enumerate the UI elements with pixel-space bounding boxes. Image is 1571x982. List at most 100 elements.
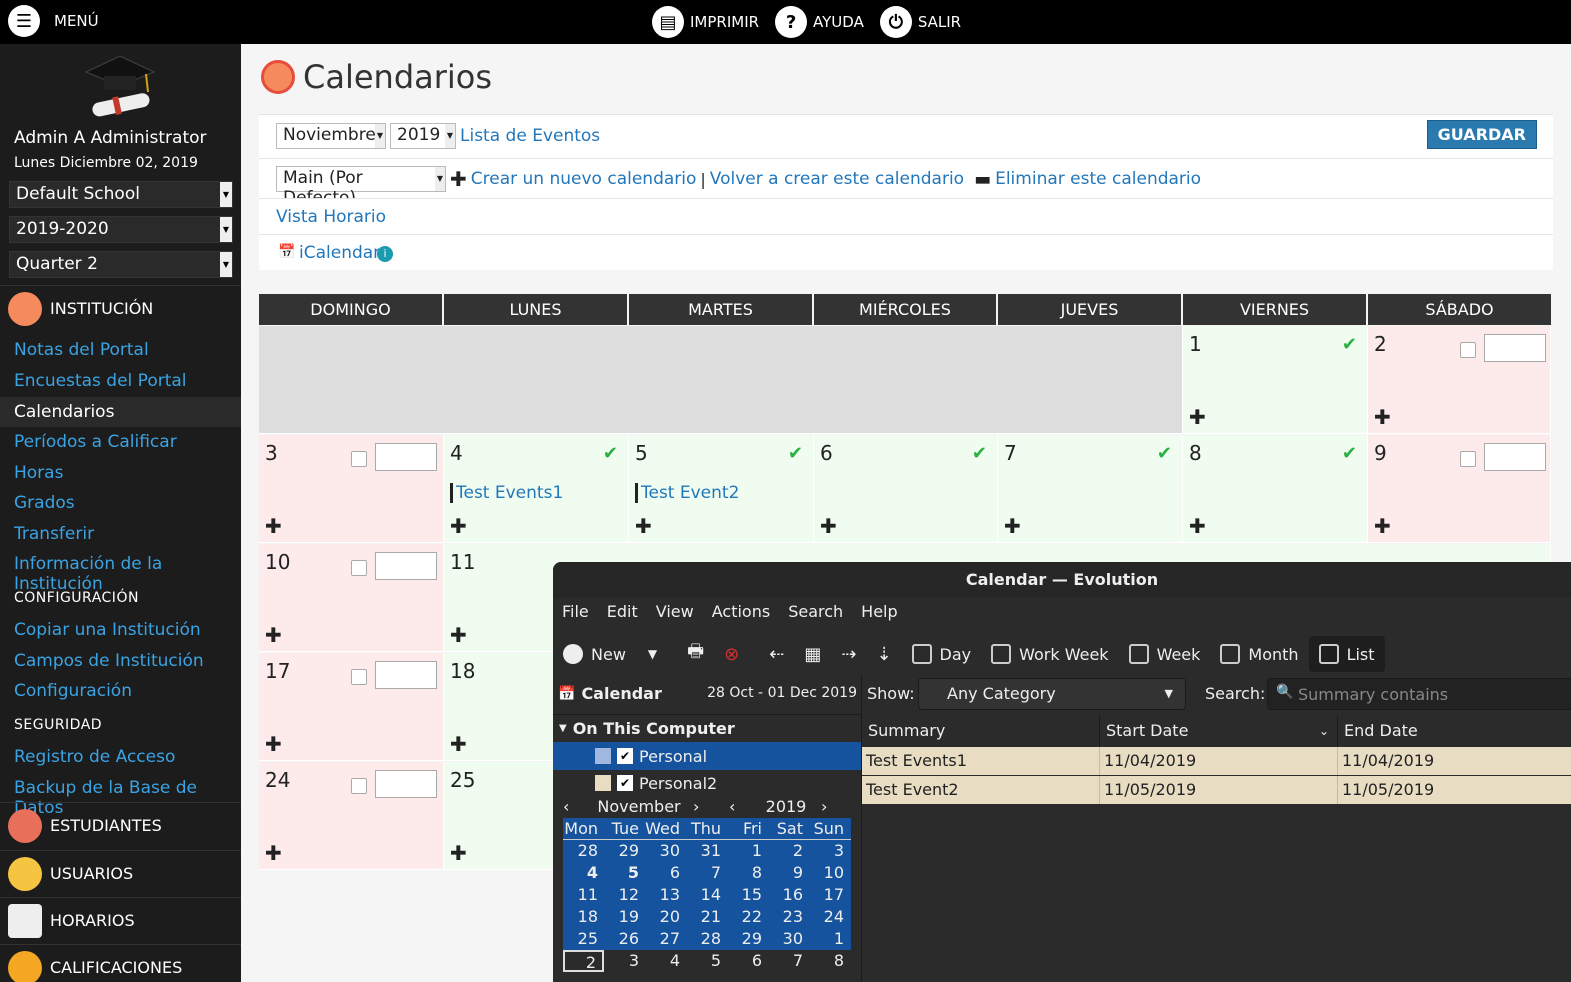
mini-day[interactable]: 12 (604, 884, 645, 906)
prev-year-icon[interactable]: ‹ (729, 797, 751, 816)
school-day-checkbox[interactable] (351, 669, 367, 685)
minutes-input[interactable] (375, 661, 437, 689)
calendar-item-personal[interactable]: ✔ Personal (553, 742, 861, 770)
mini-day[interactable]: 10 (809, 862, 850, 884)
recreate-calendar-link[interactable]: Volver a crear este calendario (710, 169, 964, 189)
mini-day[interactable]: 4 (645, 950, 686, 972)
event-list-link[interactable]: Lista de Eventos (460, 126, 600, 146)
minutes-input[interactable] (375, 770, 437, 798)
mini-day[interactable]: 25 (563, 928, 604, 950)
link-periodos[interactable]: Períodos a Calificar (14, 432, 177, 452)
add-event-icon[interactable]: ✚ (1374, 405, 1391, 429)
add-event-icon[interactable]: ✚ (450, 623, 467, 647)
year-select-main[interactable]: 2019 ▼ (390, 123, 456, 149)
table-row[interactable]: Test Event2 11/05/2019 11/05/2019 (862, 776, 1571, 804)
event-link[interactable]: Test Events1 (450, 483, 563, 503)
mini-day[interactable]: 22 (727, 906, 768, 928)
mini-day[interactable]: 30 (645, 840, 686, 862)
minutes-input[interactable] (1484, 443, 1546, 471)
link-notas-portal[interactable]: Notas del Portal (14, 340, 149, 360)
day-cell[interactable]: 5 ✔ Test Event2 ✚ (629, 435, 814, 543)
chevron-down-icon[interactable]: ▼ (648, 647, 657, 661)
table-row[interactable]: Test Events1 11/04/2019 11/04/2019 (862, 747, 1571, 775)
menu-edit[interactable]: Edit (607, 602, 638, 621)
menu-file[interactable]: File (562, 602, 589, 621)
info-icon[interactable]: i (377, 246, 393, 262)
group-on-this-computer[interactable]: ▼ On This Computer (559, 719, 735, 738)
view-month[interactable]: Month (1210, 636, 1308, 672)
link-configuracion[interactable]: Configuración (14, 681, 132, 701)
add-event-icon[interactable]: ✚ (450, 732, 467, 756)
mini-day[interactable]: 27 (645, 928, 686, 950)
section-institucion[interactable]: INSTITUCIÓN (0, 285, 241, 331)
column-summary[interactable]: Summary (862, 716, 1100, 746)
add-event-icon[interactable]: ✚ (450, 841, 467, 865)
section-usuarios[interactable]: USUARIOS (0, 850, 241, 896)
mini-day[interactable]: 24 (809, 906, 850, 928)
add-event-icon[interactable]: ✚ (820, 514, 837, 538)
mini-day[interactable]: 3 (809, 840, 850, 862)
view-list[interactable]: List (1308, 636, 1385, 672)
mini-day[interactable]: 31 (686, 840, 727, 862)
view-work-week[interactable]: Work Week (981, 636, 1118, 672)
mini-day[interactable]: 2 (768, 840, 809, 862)
search-input[interactable]: 🔍 Summary contains (1267, 678, 1571, 710)
next-button[interactable]: ⇢ (831, 636, 866, 672)
day-cell[interactable]: 3 ✚ (259, 435, 444, 543)
calendar-checkbox[interactable]: ✔ (617, 748, 633, 764)
add-event-icon[interactable]: ✚ (1374, 514, 1391, 538)
column-end-date[interactable]: End Date (1338, 716, 1571, 746)
view-week[interactable]: Week (1119, 636, 1211, 672)
section-horarios[interactable]: HORARIOS (0, 897, 241, 943)
menu-view[interactable]: View (656, 602, 694, 621)
link-calendarios[interactable]: Calendarios (0, 397, 241, 427)
next-month-icon[interactable]: › (693, 797, 729, 816)
calendar-checkbox[interactable]: ✔ (617, 775, 633, 791)
delete-calendar-link[interactable]: Eliminar este calendario (995, 169, 1201, 189)
exit-button[interactable]: ⏻ SALIR (879, 6, 961, 38)
add-event-icon[interactable]: ✚ (265, 514, 282, 538)
minutes-input[interactable] (375, 552, 437, 580)
delete-button[interactable]: ⊗ (714, 636, 749, 672)
quarter-select[interactable]: Quarter 2 ▼ (9, 251, 233, 278)
mini-day[interactable]: 23 (768, 906, 809, 928)
print-button[interactable]: 🖶 (677, 636, 714, 672)
link-horas[interactable]: Horas (14, 463, 63, 483)
day-cell[interactable]: 8 ✔ ✚ (1183, 435, 1368, 543)
previous-button[interactable]: ⇠ (759, 636, 794, 672)
mini-day[interactable]: 21 (686, 906, 727, 928)
column-start-date[interactable]: Start Date ⌄ (1100, 716, 1338, 746)
mini-day[interactable]: 6 (727, 950, 768, 972)
mini-day[interactable]: 1 (727, 840, 768, 862)
new-button[interactable]: New ▼ (553, 636, 667, 672)
mini-day[interactable]: 28 (686, 928, 727, 950)
link-transferir[interactable]: Transferir (14, 524, 94, 544)
mini-day[interactable]: 17 (809, 884, 850, 906)
mini-day[interactable]: 30 (768, 928, 809, 950)
menu-actions[interactable]: Actions (712, 602, 770, 621)
link-encuestas-portal[interactable]: Encuestas del Portal (14, 371, 187, 391)
section-estudiantes[interactable]: ESTUDIANTES (0, 802, 241, 848)
school-day-checkbox[interactable] (1460, 451, 1476, 467)
mini-day[interactable]: 20 (645, 906, 686, 928)
school-select[interactable]: Default School ▼ (9, 181, 233, 208)
school-day-checkbox[interactable] (1460, 342, 1476, 358)
calendar-item-personal2[interactable]: ✔ Personal2 (553, 772, 861, 794)
mini-day[interactable]: 8 (809, 950, 850, 972)
day-cell[interactable]: 10 ✚ (259, 544, 444, 652)
day-cell[interactable]: 17 ✚ (259, 653, 444, 761)
day-cell[interactable]: 7 ✔ ✚ (998, 435, 1183, 543)
mini-day[interactable]: 28 (563, 840, 604, 862)
minutes-input[interactable] (1484, 334, 1546, 362)
add-event-icon[interactable]: ✚ (265, 841, 282, 865)
mini-day[interactable]: 5 (686, 950, 727, 972)
mini-day[interactable]: 29 (727, 928, 768, 950)
mini-day[interactable]: 18 (563, 906, 604, 928)
schedule-view-link[interactable]: Vista Horario (276, 207, 386, 227)
mini-day[interactable]: 29 (604, 840, 645, 862)
create-calendar-link[interactable]: Crear un nuevo calendario (471, 169, 697, 189)
mini-day[interactable]: 6 (645, 862, 686, 884)
link-registro-acceso[interactable]: Registro de Acceso (14, 747, 175, 767)
link-copiar-institucion[interactable]: Copiar una Institución (14, 620, 201, 640)
mini-day[interactable]: 13 (645, 884, 686, 906)
